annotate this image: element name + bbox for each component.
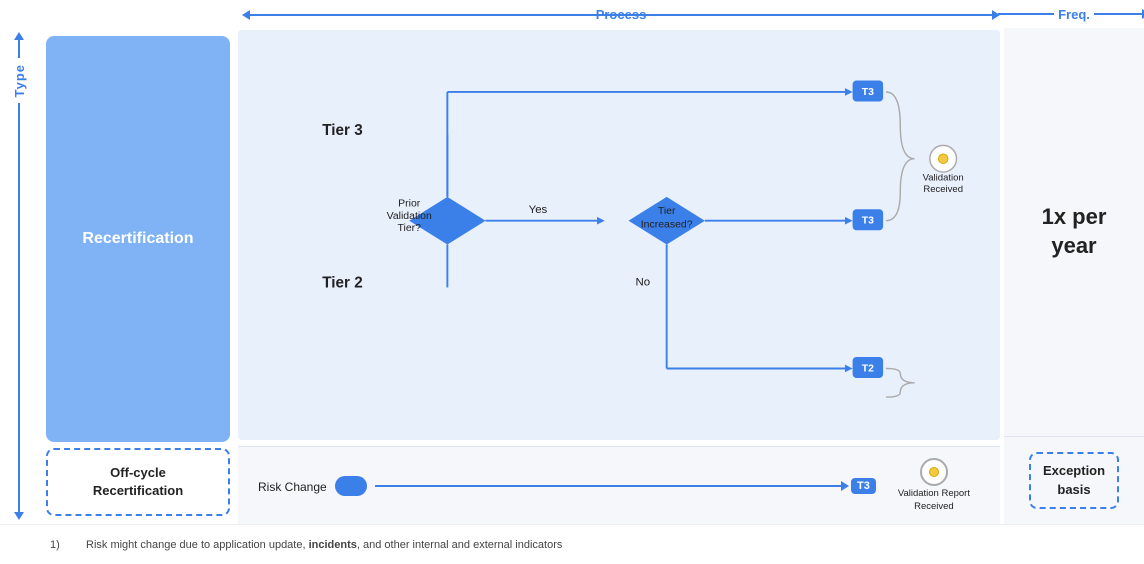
flowchart-area: Tier 3 Tier 2 Prior Validation Tier? — [238, 30, 1000, 440]
page-layout: Process Freq. Type Recertification Off-c… — [0, 0, 1144, 564]
t3-top-badge-text: T3 — [862, 87, 874, 98]
risk-change-label: Risk Change — [258, 478, 327, 494]
curly-brace — [886, 92, 915, 221]
footnote: 1) Risk might change due to application … — [0, 524, 1144, 564]
footnote-before: Risk might change due to application upd… — [86, 539, 309, 551]
offcycle-content: Risk Change T3 — [238, 447, 1000, 524]
t2-badge-text: T2 — [862, 363, 874, 374]
risk-change-pill — [335, 476, 367, 496]
left-panel: Recertification Off-cycleRecertification — [38, 28, 238, 524]
footnote-content: Risk might change due to application upd… — [86, 539, 562, 551]
curly-brace-t2 — [886, 368, 915, 397]
footnote-number: 1) — [50, 539, 70, 551]
risk-change-item: Risk Change — [258, 476, 367, 496]
validation-report-received: Validation ReportReceived — [898, 458, 970, 513]
freq-upper: 1x peryear — [1004, 28, 1144, 436]
tier3-text: Tier 3 — [322, 122, 362, 139]
tier-increased-line1: Tier — [658, 206, 676, 217]
arrow-t2 — [845, 365, 853, 373]
offcycle-line — [375, 485, 843, 487]
freq-lower: Exceptionbasis — [1004, 436, 1144, 524]
validation-received-line2: Received — [923, 184, 963, 195]
exception-basis-box: Exceptionbasis — [1029, 452, 1119, 508]
off-cycle-box: Off-cycleRecertification — [46, 448, 230, 516]
offcycle-arrow — [841, 481, 849, 491]
vr-icon-circle — [920, 458, 948, 486]
footnote-bold: incidents — [309, 539, 357, 551]
type-label: Type — [12, 64, 27, 97]
center-panel: Tier 3 Tier 2 Prior Validation Tier? — [238, 28, 1004, 524]
vr-icon-inner — [929, 467, 939, 477]
arrow-t3-top — [845, 88, 853, 96]
recert-label: Recertification — [82, 230, 193, 248]
right-panel: 1x peryear Exceptionbasis — [1004, 28, 1144, 524]
prior-validation-line3: Tier? — [397, 223, 421, 234]
freq-label: Freq. — [1054, 7, 1094, 22]
flowchart-svg: Tier 3 Tier 2 Prior Validation Tier? — [238, 30, 1000, 440]
offcycle-t3-badge: T3 — [851, 478, 876, 494]
freq-per-year: 1x peryear — [1042, 203, 1107, 260]
prior-validation-line2: Validation — [387, 211, 432, 222]
validation-received-line1: Validation — [923, 173, 964, 184]
off-cycle-label: Off-cycleRecertification — [93, 464, 183, 500]
tier2-text: Tier 2 — [322, 274, 362, 291]
type-axis: Type — [0, 28, 38, 524]
validation-report-text: Validation ReportReceived — [898, 488, 970, 513]
top-section: Type Recertification Off-cycleRecertific… — [0, 28, 1144, 524]
exception-basis-label: Exceptionbasis — [1043, 463, 1105, 496]
validation-icon-inner — [938, 154, 948, 164]
recert-box: Recertification — [46, 36, 230, 442]
t3-mid-badge-text: T3 — [862, 216, 874, 227]
prior-validation-line1: Prior — [398, 198, 421, 209]
no-label: No — [636, 277, 651, 289]
footnote-after: , and other internal and external indica… — [357, 539, 562, 551]
arrow-to-tier-increased — [597, 217, 605, 225]
process-label: Process — [596, 7, 647, 22]
yes-label: Yes — [529, 204, 548, 216]
tier-increased-line2: Increased? — [641, 219, 693, 230]
offcycle-row: Risk Change T3 — [238, 446, 1000, 524]
arrow-t3-mid — [845, 217, 853, 225]
